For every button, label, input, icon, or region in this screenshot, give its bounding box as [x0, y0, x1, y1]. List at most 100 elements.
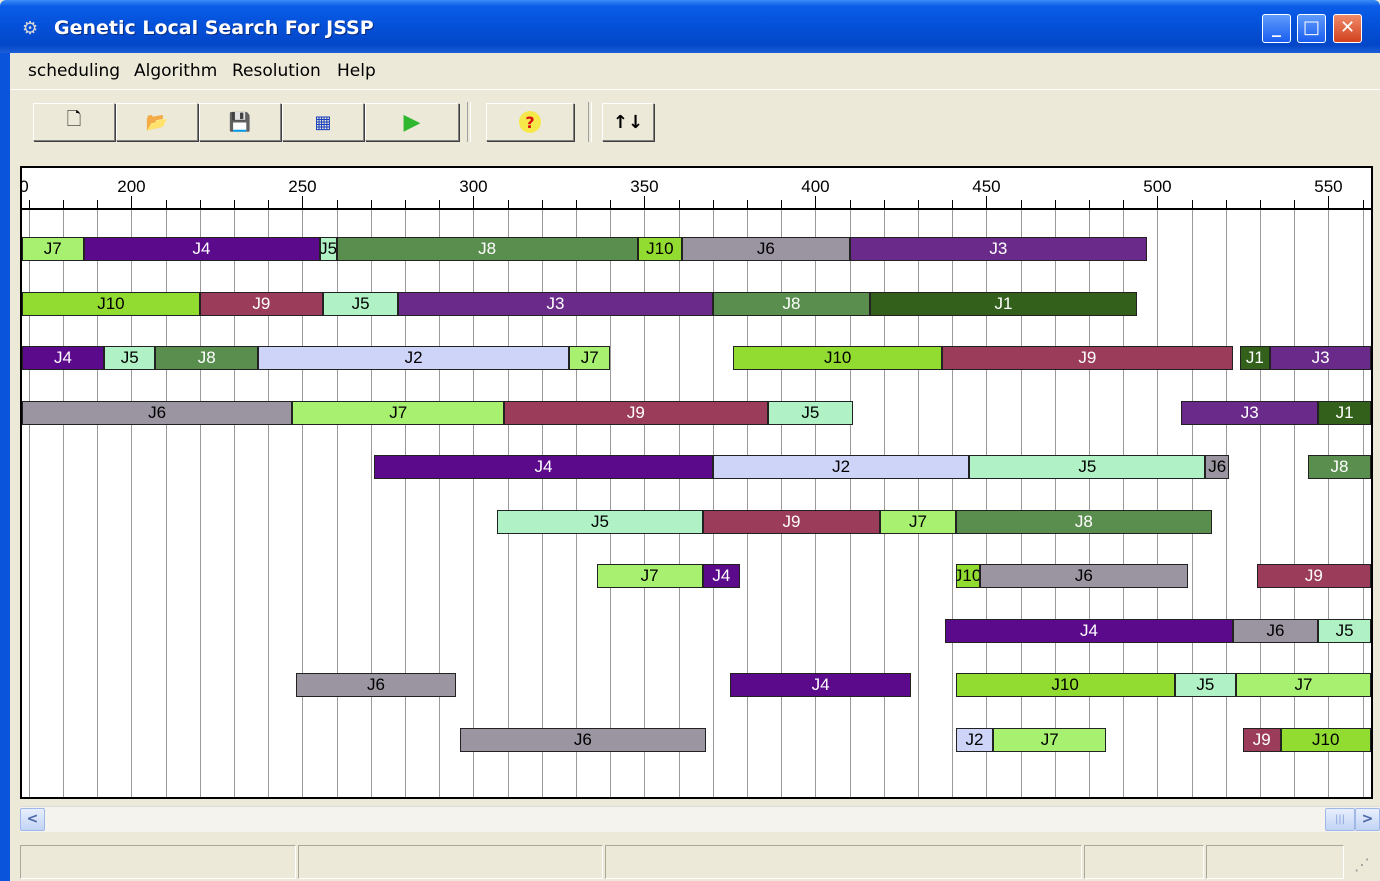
run-button[interactable]: ▶ [365, 103, 459, 141]
grid-line [1328, 210, 1330, 797]
gantt-bar-j9[interactable]: J9 [199, 291, 323, 316]
gantt-bar-j5[interactable]: J5 [1174, 673, 1237, 697]
gantt-bar-j1[interactable]: J1 [1239, 346, 1271, 370]
axis-tick [1020, 200, 1022, 208]
gantt-bar-j7[interactable]: J7 [22, 237, 84, 261]
axis-tick [97, 200, 99, 208]
scrollbar-thumb[interactable]: ||| [1325, 808, 1355, 831]
axis-tick [63, 200, 65, 208]
help-button[interactable]: ? [486, 103, 574, 141]
grid-line [1294, 210, 1296, 797]
menu-resolution[interactable]: Resolution [232, 61, 321, 81]
scroll-left-arrow-icon[interactable]: < [20, 808, 45, 831]
gantt-bar-j6[interactable]: J6 [682, 237, 850, 261]
new-button[interactable]: 🗋 [33, 103, 115, 141]
horizontal-scrollbar[interactable]: < ||| > [20, 806, 1380, 832]
gantt-bar-j2[interactable]: J2 [712, 455, 970, 479]
gantt-bar-j8[interactable]: J8 [1307, 455, 1371, 479]
gantt-chart[interactable]: 0200250300350400450500550600650700750800… [20, 166, 1373, 799]
question-icon: ? [519, 111, 541, 133]
scroll-right-arrow-icon[interactable]: > [1355, 808, 1380, 831]
axis-tick-label: 200 [117, 177, 146, 196]
gantt-bar-j9[interactable]: J9 [941, 346, 1233, 370]
gantt-bar-j3[interactable]: J3 [1181, 400, 1319, 425]
gantt-bar-j9[interactable]: J9 [1256, 564, 1371, 588]
gantt-bar-j8[interactable]: J8 [155, 346, 258, 370]
window-titlebar[interactable]: ⚙ Genetic Local Search For JSSP _ □ ✕ [0, 0, 1380, 53]
gantt-bar-j5[interactable]: J5 [497, 509, 703, 534]
gantt-bar-j1[interactable]: J1 [1318, 400, 1371, 425]
gantt-bar-j10[interactable]: J10 [637, 237, 683, 261]
gantt-bar-j7[interactable]: J7 [993, 727, 1107, 752]
gantt-bar-j3[interactable]: J3 [398, 291, 713, 316]
gantt-bar-j9[interactable]: J9 [1242, 727, 1281, 752]
gantt-bar-j6[interactable]: J6 [459, 727, 706, 752]
gantt-bar-j3[interactable]: J3 [849, 237, 1148, 261]
gantt-bar-j8[interactable]: J8 [712, 291, 871, 316]
grid-line [1225, 210, 1227, 797]
gantt-bar-j4[interactable]: J4 [729, 673, 912, 697]
gantt-bar-j5[interactable]: J5 [969, 455, 1206, 479]
grid-line [1191, 210, 1193, 797]
gantt-bar-j4[interactable]: J4 [22, 346, 105, 370]
gantt-bar-j4[interactable]: J4 [83, 237, 320, 261]
axis-tick [815, 196, 817, 208]
menu-help[interactable]: Help [337, 61, 376, 81]
close-button[interactable]: ✕ [1333, 14, 1362, 43]
gantt-bar-j7[interactable]: J7 [596, 564, 703, 588]
gear-icon[interactable]: ⚙ [22, 20, 38, 38]
menu-algorithm[interactable]: Algorithm [134, 61, 217, 81]
gantt-bar-j5[interactable]: J5 [767, 400, 854, 425]
gantt-bar-j1[interactable]: J1 [870, 291, 1137, 316]
axis-tick [644, 196, 646, 208]
gantt-bar-j3[interactable]: J3 [1270, 346, 1371, 370]
axis-tick [1157, 196, 1159, 208]
gantt-bar-j10[interactable]: J10 [955, 564, 980, 588]
gantt-bar-j10[interactable]: J10 [733, 346, 942, 370]
gantt-bar-j8[interactable]: J8 [955, 509, 1213, 534]
gantt-bar-j4[interactable]: J4 [374, 455, 713, 479]
gantt-bar-j7[interactable]: J7 [1236, 673, 1371, 697]
axis-tick [610, 200, 612, 208]
menu-scheduling[interactable]: scheduling [28, 61, 120, 81]
gantt-bar-j7[interactable]: J7 [880, 509, 956, 534]
save-button[interactable]: 💾 [199, 103, 281, 141]
resize-grip-icon[interactable]: ⋰ [1354, 855, 1370, 874]
axis-tick-label: 550 [1314, 177, 1343, 196]
gantt-bar-j6[interactable]: J6 [22, 400, 293, 425]
grid-line [1362, 210, 1364, 797]
axis-tick [1191, 200, 1193, 208]
gantt-bar-j2[interactable]: J2 [955, 727, 994, 752]
axis-tick [986, 196, 988, 208]
minimize-button[interactable]: _ [1262, 14, 1291, 43]
maximize-button[interactable]: □ [1297, 14, 1326, 43]
gantt-bar-j7[interactable]: J7 [292, 400, 505, 425]
gantt-bar-j2[interactable]: J2 [257, 346, 570, 370]
gantt-bar-j5[interactable]: J5 [104, 346, 156, 370]
gantt-bar-j6[interactable]: J6 [979, 564, 1189, 588]
gantt-bar-j8[interactable]: J8 [336, 237, 638, 261]
gantt-bar-j9[interactable]: J9 [702, 509, 881, 534]
table-button[interactable]: ▦ [282, 103, 364, 141]
gantt-bar-j9[interactable]: J9 [504, 400, 768, 425]
gantt-bar-j10[interactable]: J10 [955, 673, 1175, 697]
axis-tick-label: 400 [801, 177, 830, 196]
gantt-bar-j6[interactable]: J6 [1232, 618, 1319, 643]
window-left-border [0, 53, 10, 881]
sort-button[interactable]: ↑↓ [602, 103, 654, 141]
gantt-bar-j6[interactable]: J6 [1205, 455, 1230, 479]
open-button[interactable]: 📂 [116, 103, 198, 141]
axis-tick [165, 200, 167, 208]
status-bar: ⋰ [20, 843, 1380, 881]
gantt-bar-j6[interactable]: J6 [295, 673, 457, 697]
gantt-bar-j5[interactable]: J5 [322, 291, 399, 316]
gantt-bar-j10[interactable]: J10 [1280, 727, 1371, 752]
gantt-bar-j10[interactable]: J10 [22, 291, 200, 316]
gantt-bar-j5[interactable]: J5 [1318, 618, 1371, 643]
axis-tick [234, 200, 236, 208]
gantt-bar-j4[interactable]: J4 [702, 564, 741, 588]
axis-tick [712, 200, 714, 208]
gantt-bar-j7[interactable]: J7 [569, 346, 611, 370]
gantt-bar-j4[interactable]: J4 [945, 618, 1233, 643]
gantt-bar-j5[interactable]: J5 [319, 237, 337, 261]
